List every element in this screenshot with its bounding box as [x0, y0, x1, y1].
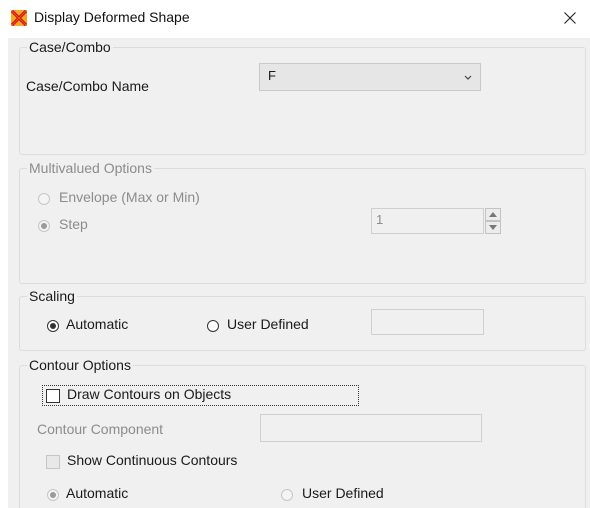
draw-contours-checkbox[interactable]	[46, 389, 60, 403]
chevron-down-icon	[464, 75, 472, 80]
case-combo-group: Case/Combo Case/Combo Name F	[10, 38, 588, 158]
case-combo-name-label: Case/Combo Name	[26, 78, 149, 94]
step-increment-button[interactable]	[485, 208, 501, 221]
dialog-body: Case/Combo Case/Combo Name F Multivalued…	[8, 38, 590, 508]
envelope-radio[interactable]	[38, 193, 50, 205]
window-title: Display Deformed Shape	[34, 9, 190, 25]
draw-contours-label: Draw Contours on Objects	[67, 386, 232, 402]
contour-options-group: Contour Options Draw Contours on Objects…	[10, 355, 588, 508]
display-deformed-shape-dialog: Display Deformed Shape Case/Combo Case/C…	[0, 0, 590, 508]
step-input-value: 1	[376, 212, 384, 227]
close-icon	[564, 12, 576, 24]
show-continuous-contours-checkbox[interactable]	[46, 455, 60, 469]
title-bar[interactable]: Display Deformed Shape	[0, 0, 590, 38]
arrow-down-icon	[489, 225, 497, 230]
contour-options-group-label: Contour Options	[27, 357, 133, 373]
scaling-automatic-radio[interactable]	[47, 320, 59, 332]
step-radio-label: Step	[59, 216, 88, 232]
scaling-user-defined-label: User Defined	[227, 316, 309, 332]
scaling-group-label: Scaling	[27, 288, 77, 304]
step-spinner[interactable]	[485, 208, 501, 236]
multivalued-options-group-label: Multivalued Options	[27, 160, 154, 176]
scaling-user-defined-input[interactable]	[371, 309, 484, 335]
step-decrement-button[interactable]	[485, 221, 501, 234]
step-input[interactable]: 1	[371, 208, 484, 234]
case-combo-group-label: Case/Combo	[27, 39, 113, 55]
step-radio[interactable]	[38, 220, 50, 232]
case-combo-selected-value: F	[268, 68, 276, 83]
scaling-user-defined-radio[interactable]	[207, 320, 219, 332]
contour-component-label: Contour Component	[37, 421, 164, 437]
envelope-radio-label: Envelope (Max or Min)	[59, 189, 200, 205]
arrow-up-icon	[489, 212, 497, 217]
scaling-group: Scaling Automatic User Defined	[10, 287, 588, 353]
show-continuous-contours-label: Show Continuous Contours	[67, 452, 238, 468]
case-combo-name-dropdown[interactable]: F	[259, 63, 481, 91]
contour-component-input[interactable]	[260, 414, 482, 442]
close-button[interactable]	[550, 0, 590, 36]
multivalued-options-group: Multivalued Options Envelope (Max or Min…	[10, 158, 588, 286]
contour-user-defined-label: User Defined	[302, 485, 384, 501]
contour-user-defined-radio[interactable]	[281, 489, 293, 501]
contour-automatic-radio[interactable]	[47, 489, 59, 501]
scaling-automatic-label: Automatic	[66, 316, 129, 332]
contour-automatic-label: Automatic	[66, 485, 129, 501]
sap-app-icon	[11, 10, 27, 26]
